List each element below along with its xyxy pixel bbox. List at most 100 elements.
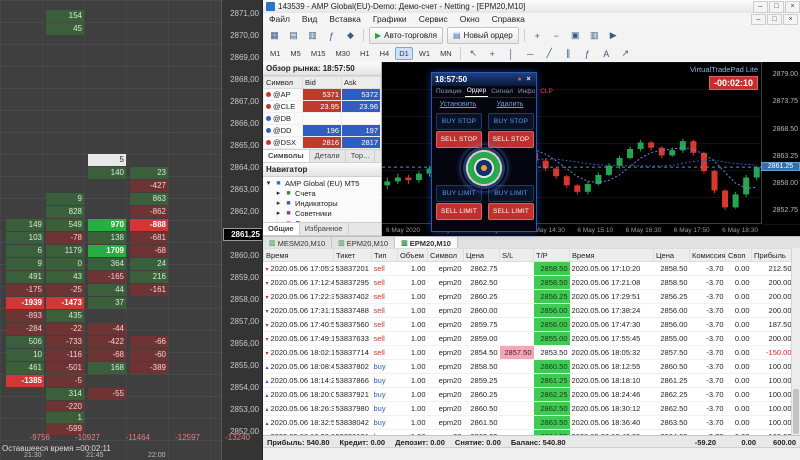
expand-icon[interactable]: ▸ xyxy=(275,199,282,207)
market-watch-row[interactable]: @DSX28162817 xyxy=(264,137,381,149)
timeframe-h4[interactable]: H4 xyxy=(376,47,394,60)
history-row[interactable]: ▴2020.05.06 18:20:0353837921buy1.00epm20… xyxy=(264,388,793,402)
timeframe-mn[interactable]: MN xyxy=(436,47,456,60)
history-row[interactable]: ▾2020.05.06 17:05:2153837201sell1.00epm2… xyxy=(264,262,793,276)
history-cell: 53837488 xyxy=(334,304,372,318)
menu-item-4[interactable]: Сервис xyxy=(413,13,454,26)
timeframe-w1[interactable]: W1 xyxy=(415,47,434,60)
menu-item-3[interactable]: Графики xyxy=(367,13,413,26)
navigator-item-счета[interactable]: ▸■Счета xyxy=(265,188,379,198)
history-row[interactable]: ▴2020.05.06 18:08:4053837802buy1.00epm20… xyxy=(264,360,793,374)
market-watch-tab[interactable]: Детали xyxy=(310,150,346,162)
history-row[interactable]: ▾2020.05.06 17:40:5553837560sell1.00epm2… xyxy=(264,318,793,332)
market-watch-tab[interactable]: Тор... xyxy=(346,150,376,162)
chart-tab-label: MESM20,M10 xyxy=(278,239,326,248)
tradepad-tab-ордер[interactable]: Ордер xyxy=(465,86,489,97)
history-row[interactable]: ▾2020.05.06 17:22:3653837402sell1.00epm2… xyxy=(264,290,793,304)
price-scale-label: 2858.00 xyxy=(773,180,798,187)
arrow-object-icon[interactable]: ↗ xyxy=(617,45,634,62)
delete-sell-limit-button[interactable]: SELL LIMIT xyxy=(488,203,534,220)
tile-windows-icon[interactable]: ▣ xyxy=(567,27,584,44)
navigator-item-индикаторы[interactable]: ▸■Индикаторы xyxy=(265,198,379,208)
horizontal-line-icon[interactable]: ─ xyxy=(522,45,539,62)
expand-icon[interactable]: ▸ xyxy=(275,209,282,217)
navigator-item-советники[interactable]: ▸■Советники xyxy=(265,208,379,218)
child-close-button[interactable]: × xyxy=(783,14,798,25)
pin-icon[interactable]: ● xyxy=(515,76,524,83)
timeframe-m1[interactable]: M1 xyxy=(266,47,284,60)
zoom-in-icon[interactable]: + xyxy=(529,27,546,44)
menu-item-6[interactable]: Справка xyxy=(486,13,531,26)
strategy-tester-icon[interactable]: ▶ xyxy=(605,27,622,44)
footprint-cell: -5 xyxy=(46,375,84,387)
minimize-button[interactable]: – xyxy=(753,1,768,13)
history-row[interactable]: ▴2020.05.06 18:26:3153837980buy1.00epm20… xyxy=(264,402,793,416)
cursor-icon[interactable]: ↖ xyxy=(465,45,482,62)
collapse-icon[interactable]: ▾ xyxy=(265,179,272,187)
timeframe-m5[interactable]: M5 xyxy=(286,47,304,60)
tradepad-tab-позиция[interactable]: Позиция xyxy=(434,87,464,97)
market-watch-tab[interactable]: Символы xyxy=(263,150,310,162)
delete-orders-header[interactable]: Удалить xyxy=(484,98,536,111)
objects-list-icon[interactable]: ◆ xyxy=(342,27,359,44)
delete-buy-stop-button[interactable]: BUY STOP xyxy=(488,113,534,130)
history-cell: 2020.05.06 17:55:45 xyxy=(570,332,654,346)
child-minimize-button[interactable]: – xyxy=(751,14,766,25)
menu-item-5[interactable]: Окно xyxy=(454,13,486,26)
text-label-icon[interactable]: A xyxy=(598,45,615,62)
expand-icon[interactable]: ▸ xyxy=(275,189,282,197)
vertical-line-icon[interactable]: │ xyxy=(503,45,520,62)
history-scrollbar[interactable] xyxy=(791,248,800,436)
navigator-tab[interactable]: Общие xyxy=(263,223,300,235)
set-orders-header[interactable]: Установить xyxy=(432,98,484,111)
accounts-icon: ■ xyxy=(285,190,292,197)
history-row[interactable]: ▾2020.05.06 17:12:4453837295sell1.00epm2… xyxy=(264,276,793,290)
timeframe-h1[interactable]: H1 xyxy=(356,47,374,60)
new-order-button[interactable]: ▤Новый ордер xyxy=(447,27,519,44)
templates-icon[interactable]: ▥ xyxy=(304,27,321,44)
timeframe-m30[interactable]: M30 xyxy=(331,47,354,60)
tradepad-tab-инфо[interactable]: Инфо xyxy=(516,87,537,97)
bullseye-target-icon[interactable] xyxy=(461,145,507,191)
tradepad-tab-сигнал[interactable]: Сигнал xyxy=(489,87,515,97)
chart-profiles-icon[interactable]: ▤ xyxy=(285,27,302,44)
navigator-root[interactable]: ▾■AMP Global (EU) MT5 xyxy=(265,178,379,188)
data-window-icon[interactable]: ▥ xyxy=(586,27,603,44)
menu-item-1[interactable]: Вид xyxy=(296,13,323,26)
market-watch-row[interactable]: @DB xyxy=(264,113,381,125)
menu-item-0[interactable]: Файл xyxy=(263,13,296,26)
symbol-name: @DB xyxy=(273,114,291,123)
history-cell xyxy=(500,262,534,276)
autotrade-button[interactable]: ▶Авто-торговля xyxy=(369,27,443,44)
set-sell-limit-button[interactable]: SELL LIMIT xyxy=(436,203,482,220)
history-cell: 2860.25 xyxy=(464,388,500,402)
history-row[interactable]: ▾2020.05.06 17:49:1853837633sell1.00epm2… xyxy=(264,332,793,346)
fibonacci-icon[interactable]: ƒ xyxy=(579,45,596,62)
delete-sell-stop-button[interactable]: SELL STOP xyxy=(488,131,534,148)
new-chart-icon[interactable]: ▦ xyxy=(266,27,283,44)
menu-item-2[interactable]: Вставка xyxy=(323,13,367,26)
maximize-button[interactable]: □ xyxy=(769,1,784,13)
market-watch-row[interactable]: @CLE23.9523.96 xyxy=(264,101,381,113)
timeframe-d1[interactable]: D1 xyxy=(395,47,413,60)
swap-total: 0.00 xyxy=(716,438,756,447)
set-buy-stop-button[interactable]: BUY STOP xyxy=(436,113,482,130)
tradepad-tab-clp[interactable]: CLP xyxy=(538,87,555,97)
market-watch-row[interactable]: @DD196197 xyxy=(264,125,381,137)
timeframe-m15[interactable]: M15 xyxy=(307,47,330,60)
history-row[interactable]: ▾2020.05.06 17:31:1253837488sell1.00epm2… xyxy=(264,304,793,318)
scrollbar-thumb[interactable] xyxy=(793,389,799,434)
close-icon[interactable]: × xyxy=(524,76,533,83)
close-button[interactable]: × xyxy=(785,1,800,13)
history-row[interactable]: ▴2020.05.06 18:14:2753837866buy1.00epm20… xyxy=(264,374,793,388)
history-row[interactable]: ▾2020.05.06 18:02:1153837714sell1.00epm2… xyxy=(264,346,793,360)
indicators-icon[interactable]: ƒ xyxy=(323,27,340,44)
market-watch-row[interactable]: @AP53715372 xyxy=(264,89,381,101)
navigator-tab[interactable]: Избранное xyxy=(300,223,349,235)
trendline-icon[interactable]: ╱ xyxy=(541,45,558,62)
history-row[interactable]: ▴2020.05.06 18:32:5853838042buy1.00epm20… xyxy=(264,416,793,430)
crosshair-icon[interactable]: + xyxy=(484,45,501,62)
equidistant-channel-icon[interactable]: ∥ xyxy=(560,45,577,62)
child-maximize-button[interactable]: □ xyxy=(767,14,782,25)
zoom-out-icon[interactable]: − xyxy=(548,27,565,44)
